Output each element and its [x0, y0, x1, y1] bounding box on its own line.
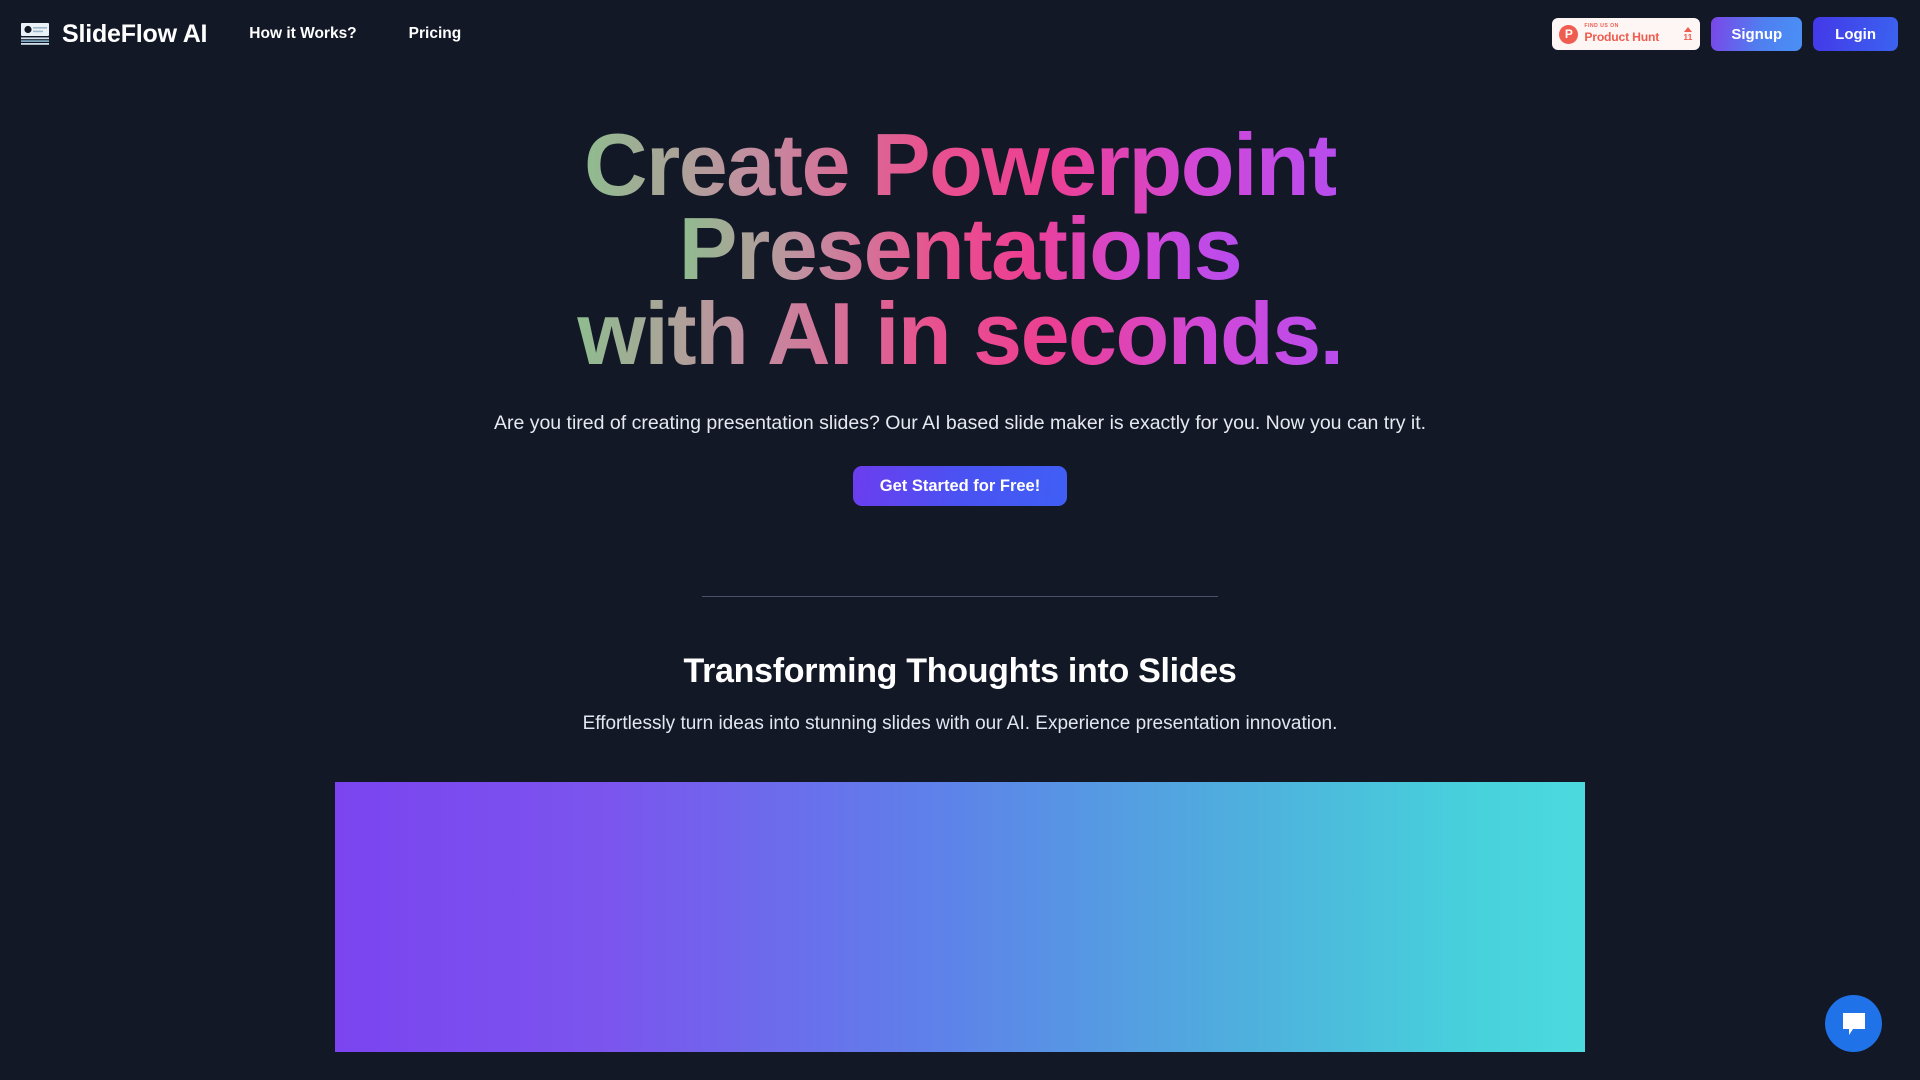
hero-headline-line-1: Create Powerpoint — [0, 121, 1920, 209]
product-hunt-name: Product Hunt — [1584, 29, 1660, 44]
nav-link-how-it-works[interactable]: How it Works? — [249, 25, 356, 43]
get-started-button[interactable]: Get Started for Free! — [852, 466, 1068, 507]
gradient-showcase-banner — [335, 782, 1585, 1053]
upvote-triangle-icon — [1683, 26, 1692, 32]
login-button[interactable]: Login — [1813, 17, 1898, 51]
nav-links: How it Works? Pricing — [249, 25, 461, 43]
hero-headline-line-2: Presentations — [0, 205, 1920, 293]
features-section: Transforming Thoughts into Slides Effort… — [0, 652, 1920, 735]
section-title: Transforming Thoughts into Slides — [683, 652, 1237, 691]
product-hunt-logo-letter: P — [1564, 27, 1573, 41]
section-divider — [702, 596, 1218, 598]
nav-actions: P FIND US ON Product Hunt 11 Signup Logi… — [1552, 17, 1898, 51]
hero-headline: Create Powerpoint Presentations with AI … — [0, 121, 1920, 378]
top-navigation-bar: SlideFlow AI How it Works? Pricing P FIN… — [0, 0, 1920, 68]
nav-link-pricing[interactable]: Pricing — [409, 25, 462, 43]
chat-widget-button[interactable] — [1825, 995, 1882, 1052]
slide-presentation-icon — [21, 22, 49, 45]
hero-section: Create Powerpoint Presentations with AI … — [0, 68, 1920, 507]
product-hunt-text: FIND US ON Product Hunt — [1584, 23, 1677, 44]
brand-logo[interactable]: SlideFlow AI — [20, 20, 207, 49]
product-hunt-badge[interactable]: P FIND US ON Product Hunt 11 — [1552, 18, 1701, 50]
section-subtitle: Effortlessly turn ideas into stunning sl… — [582, 713, 1338, 735]
chat-bubble-icon — [1842, 1012, 1865, 1035]
product-hunt-upvote-count: 11 — [1683, 31, 1693, 42]
hero-cta-wrapper: Get Started for Free! — [0, 466, 1920, 507]
signup-button[interactable]: Signup — [1711, 17, 1803, 51]
brand-name: SlideFlow AI — [62, 19, 208, 48]
hero-headline-line-3-text: with AI in seconds. — [577, 283, 1344, 383]
hero-headline-line-3: with AI in seconds. — [0, 289, 1920, 377]
hero-subtitle: Are you tired of creating presentation s… — [493, 412, 1427, 435]
product-hunt-upvotes[interactable]: 11 — [1683, 26, 1693, 42]
product-hunt-logo-icon: P — [1559, 24, 1579, 44]
